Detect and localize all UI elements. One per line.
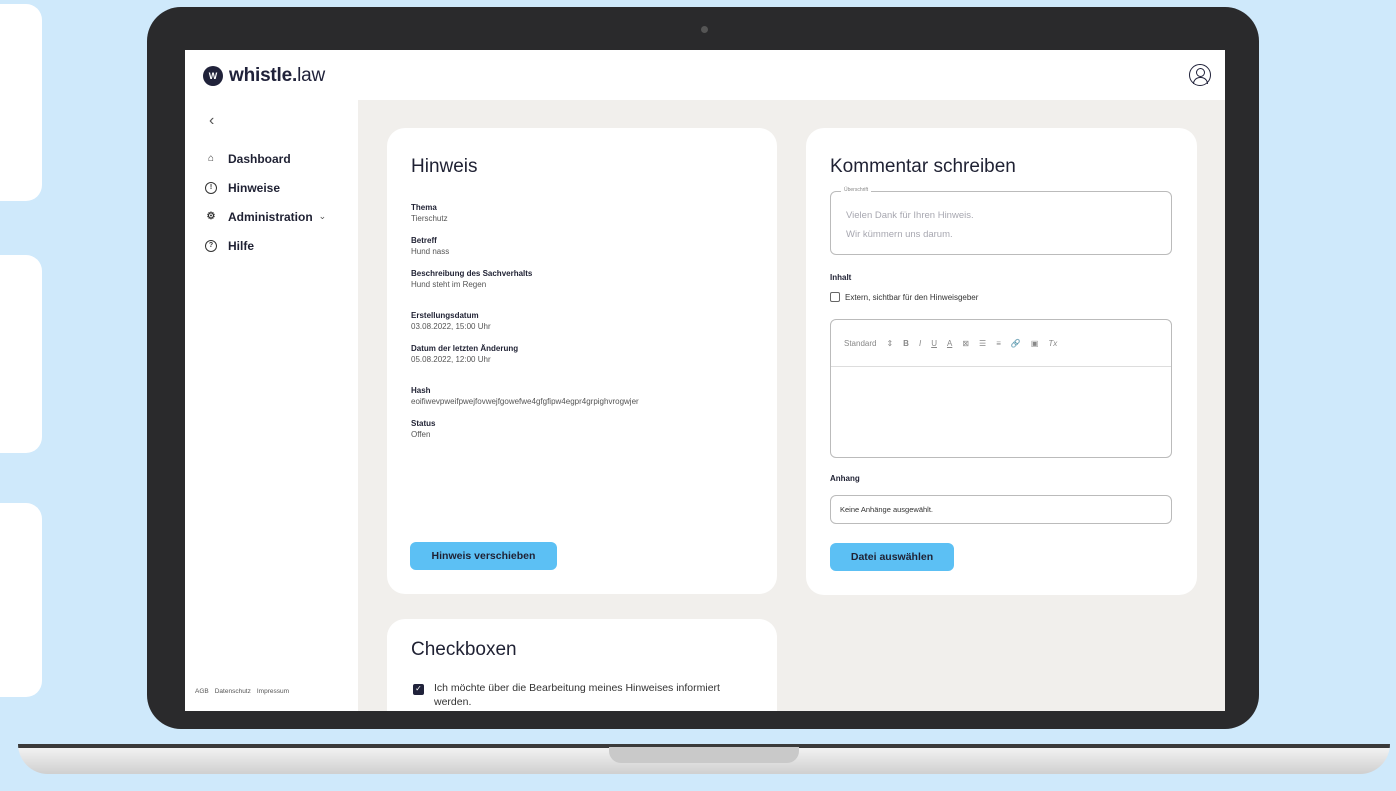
user-account-icon[interactable] — [1189, 64, 1211, 86]
underline-icon[interactable]: U — [931, 339, 937, 348]
brand-name: whistle.law — [229, 65, 326, 86]
heading-input[interactable]: Überschrift Vielen Dank für Ihren Hinwei… — [830, 187, 1172, 255]
ordered-list-icon[interactable]: ☰ — [979, 339, 986, 348]
background-card — [0, 4, 42, 201]
help-icon: ? — [205, 239, 217, 252]
field-value: Hund nass — [411, 247, 450, 256]
field-value: 03.08.2022, 15:00 Uhr — [411, 322, 491, 331]
sidebar-nav: ⌂ Dashboard ! Hinweise ⚙ Administration … — [205, 144, 326, 260]
footer-link-agb[interactable]: AGB — [195, 688, 209, 695]
sidebar-item-label: Hilfe — [228, 238, 255, 253]
hinweis-card: Hinweis Thema Tierschutz Betreff Hund na… — [387, 128, 777, 594]
home-icon: ⌂ — [207, 153, 215, 164]
external-checkbox-label: Extern, sichtbar für den Hinweisgeber — [845, 292, 979, 302]
sidebar-item-dashboard[interactable]: ⌂ Dashboard — [205, 144, 326, 173]
clear-format-icon[interactable]: Tx — [1048, 339, 1057, 348]
logo-mark-icon: W — [203, 66, 223, 86]
top-bar: W whistle.law — [185, 50, 1225, 100]
attachment-label: Anhang — [830, 474, 860, 483]
field-value: Hund steht im Regen — [411, 280, 487, 289]
field-erstellungsdatum: Erstellungsdatum 03.08.2022, 15:00 Uhr — [411, 311, 639, 331]
camera-dot — [701, 26, 708, 33]
field-label: Status — [411, 419, 436, 428]
notify-checkbox-row[interactable]: ✓ Ich möchte über die Bearbeitung meines… — [413, 682, 743, 709]
text-style-select[interactable]: Standard — [844, 339, 876, 348]
italic-icon[interactable]: I — [919, 339, 921, 348]
card-title: Hinweis — [411, 156, 478, 177]
footer-link-datenschutz[interactable]: Datenschutz — [215, 688, 251, 695]
brand-logo[interactable]: W whistle.law — [203, 65, 325, 87]
select-arrows-icon: ⇕ — [886, 338, 894, 348]
laptop-notch — [609, 747, 799, 763]
hinweis-fields: Thema Tierschutz Betreff Hund nass Besch… — [411, 203, 639, 452]
sidebar-item-hilfe[interactable]: ? Hilfe — [205, 231, 326, 260]
background-card — [0, 503, 42, 697]
heading-field-label: Überschrift — [841, 187, 872, 193]
info-icon: ! — [205, 181, 217, 194]
chevron-down-icon: ⌄ — [318, 211, 327, 221]
checkboxen-card: Checkboxen ✓ Ich möchte über die Bearbei… — [387, 619, 777, 711]
field-label: Datum der letzten Änderung — [411, 344, 519, 353]
field-value: eoifiwevpweifpwejfovwejfgowefwe4gfgfipw4… — [411, 397, 639, 406]
field-value: Offen — [411, 430, 431, 439]
choose-file-button[interactable]: Datei auswählen — [830, 543, 954, 571]
attachment-value: Keine Anhänge ausgewählt. — [840, 505, 933, 514]
notify-checkbox-label: Ich möchte über die Bearbeitung meines H… — [434, 682, 720, 708]
field-value: Tierschutz — [411, 214, 448, 223]
sidebar-item-label: Administration — [228, 209, 313, 224]
image-icon[interactable]: ▣ — [1031, 339, 1039, 348]
kommentar-card: Kommentar schreiben Überschrift Vielen D… — [806, 128, 1197, 595]
move-hinweis-button[interactable]: Hinweis verschieben — [410, 542, 557, 570]
footer-link-impressum[interactable]: Impressum — [257, 688, 289, 695]
link-icon[interactable]: 🔗 — [1011, 339, 1021, 348]
bold-icon[interactable]: B — [903, 339, 909, 348]
field-letzte-aenderung: Datum der letzten Änderung 05.08.2022, 1… — [411, 344, 639, 364]
field-value: 05.08.2022, 12:00 Uhr — [411, 355, 491, 364]
field-label: Hash — [411, 386, 431, 395]
field-label: Beschreibung des Sachverhalts — [411, 269, 533, 278]
highlight-icon[interactable]: ⊠ — [962, 339, 969, 348]
field-thema: Thema Tierschutz — [411, 203, 639, 223]
field-label: Thema — [411, 203, 437, 212]
heading-placeholder-line: Vielen Dank für Ihren Hinweis. — [846, 210, 974, 221]
gear-icon: ⚙ — [206, 211, 216, 222]
content-label: Inhalt — [830, 273, 852, 282]
footer-links: AGB Datenschutz Impressum — [195, 688, 289, 695]
field-label: Erstellungsdatum — [411, 311, 479, 320]
field-label: Betreff — [411, 236, 437, 245]
external-checkbox-row[interactable]: Extern, sichtbar für den Hinweisgeber — [830, 292, 978, 302]
sidebar: ‹ ⌂ Dashboard ! Hinweise ⚙ Administratio… — [185, 100, 358, 711]
sidebar-item-hinweise[interactable]: ! Hinweise — [205, 173, 326, 202]
field-betreff: Betreff Hund nass — [411, 236, 639, 256]
rich-text-editor[interactable]: Standard ⇕ B I U A ⊠ ☰ ≡ 🔗 ▣ Tx — [830, 319, 1172, 458]
heading-placeholder-line: Wir kümmern uns darum. — [846, 229, 953, 240]
field-hash: Hash eoifiwevpweifpwejfovwejfgowefwe4gfg… — [411, 386, 639, 406]
field-status: Status Offen — [411, 419, 639, 439]
field-beschreibung: Beschreibung des Sachverhalts Hund steht… — [411, 269, 639, 289]
sidebar-item-administration[interactable]: ⚙ Administration ⌄ — [205, 202, 327, 231]
attachment-field: Keine Anhänge ausgewählt. — [830, 495, 1172, 524]
app-screen: W whistle.law ‹ ⌂ Dashboard ! Hinweise ⚙… — [185, 50, 1225, 711]
card-title: Kommentar schreiben — [830, 156, 1016, 177]
collapse-sidebar-icon[interactable]: ‹ — [209, 112, 214, 130]
external-checkbox[interactable] — [830, 292, 840, 302]
text-color-icon[interactable]: A — [947, 339, 952, 348]
background-card — [0, 255, 42, 453]
sidebar-item-label: Hinweise — [228, 180, 281, 195]
bullet-list-icon[interactable]: ≡ — [996, 339, 1001, 348]
card-title: Checkboxen — [411, 639, 517, 660]
sidebar-item-label: Dashboard — [228, 151, 291, 166]
editor-toolbar: Standard ⇕ B I U A ⊠ ☰ ≡ 🔗 ▣ Tx — [831, 320, 1171, 367]
checkbox-checked-icon[interactable]: ✓ — [413, 684, 424, 695]
